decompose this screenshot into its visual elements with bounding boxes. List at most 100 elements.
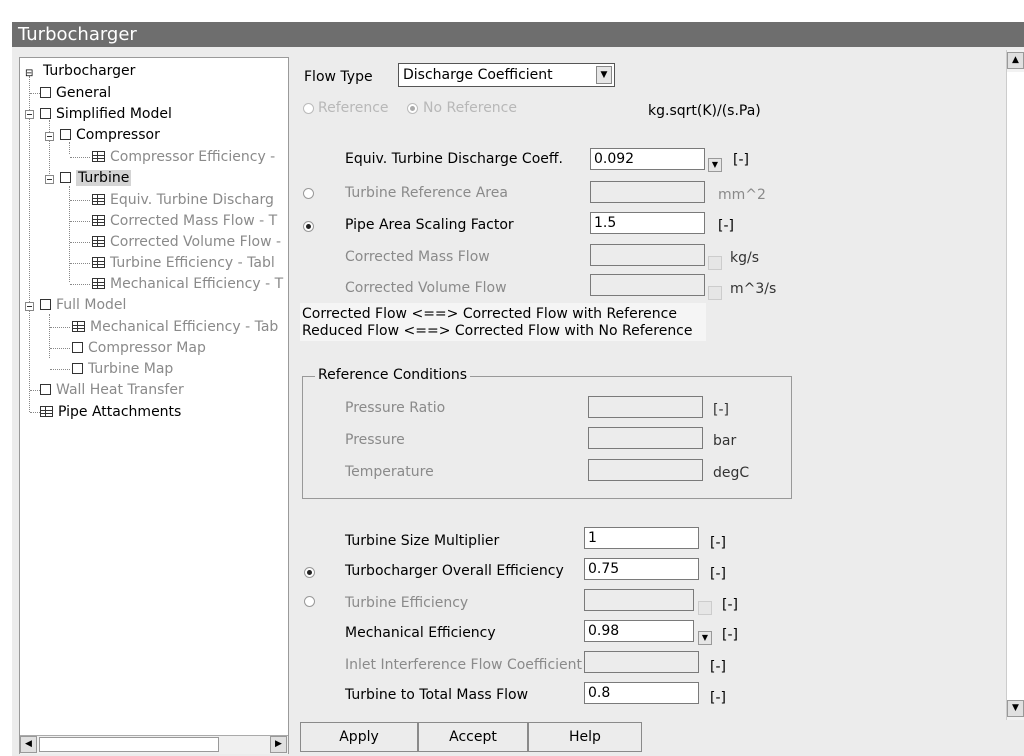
table-icon bbox=[92, 151, 105, 162]
table-icon bbox=[40, 406, 53, 417]
tree-horizontal-scrollbar[interactable]: ◀ ▶ bbox=[20, 735, 288, 754]
chevron-down-icon[interactable] bbox=[698, 601, 712, 615]
tree-item-equiv-turbine-discharge[interactable]: Equiv. Turbine Discharg bbox=[92, 191, 274, 209]
turbine-efficiency-field[interactable] bbox=[584, 589, 694, 611]
pressure-label: Pressure bbox=[345, 432, 405, 448]
form-icon bbox=[40, 108, 51, 119]
tree-connector bbox=[70, 157, 90, 158]
pipe-area-scaling-radio[interactable] bbox=[303, 221, 314, 232]
collapse-toggle[interactable] bbox=[45, 132, 54, 141]
discharge-coeff-unit: [-] bbox=[733, 152, 749, 168]
scroll-down-icon[interactable]: ▼ bbox=[1007, 700, 1024, 717]
inlet-interference-field[interactable] bbox=[584, 651, 699, 673]
tree-connector bbox=[70, 221, 90, 222]
chevron-down-icon[interactable] bbox=[708, 286, 722, 300]
corrected-mass-flow-field[interactable] bbox=[590, 244, 705, 266]
tree-item-turbine-efficiency-table[interactable]: Turbine Efficiency - Tabl bbox=[92, 254, 275, 272]
overall-efficiency-radio[interactable] bbox=[304, 567, 315, 578]
tree-item-mechanical-efficiency[interactable]: Mechanical Efficiency - T bbox=[92, 275, 283, 293]
turbine-reference-area-label: Turbine Reference Area bbox=[345, 185, 508, 201]
scroll-left-icon[interactable]: ◀ bbox=[20, 736, 37, 753]
flow-note-line2: Reduced Flow <==> Corrected Flow with No… bbox=[302, 323, 693, 339]
table-icon bbox=[92, 257, 105, 268]
temperature-label: Temperature bbox=[345, 464, 434, 480]
form-vertical-scrollbar[interactable]: ▲ ▼ bbox=[1006, 50, 1024, 720]
turbine-size-multiplier-field[interactable]: 1 bbox=[584, 527, 699, 549]
tree-connector bbox=[70, 242, 90, 243]
no-reference-radio[interactable] bbox=[407, 103, 418, 114]
tree-item-turbine-map[interactable]: Turbine Map bbox=[72, 360, 173, 378]
corrected-volume-flow-field[interactable] bbox=[590, 274, 705, 296]
collapse-toggle[interactable] bbox=[45, 175, 54, 184]
tree-item-wall-heat-transfer[interactable]: Wall Heat Transfer bbox=[40, 381, 184, 399]
mechanical-efficiency-label: Mechanical Efficiency bbox=[345, 625, 496, 641]
scroll-right-icon[interactable]: ▶ bbox=[270, 736, 287, 753]
chevron-down-icon[interactable]: ▼ bbox=[596, 66, 612, 84]
turbine-total-mass-flow-unit: [-] bbox=[710, 690, 726, 706]
chevron-down-icon[interactable] bbox=[708, 256, 722, 270]
form-icon bbox=[72, 363, 83, 374]
tree-item-pipe-attachments[interactable]: Pipe Attachments bbox=[40, 403, 181, 421]
tree-panel: ⊟ Turbocharger General Simplified Model C… bbox=[19, 57, 289, 754]
tree-connector bbox=[50, 369, 70, 370]
tree-item-compressor-map[interactable]: Compressor Map bbox=[72, 339, 206, 357]
table-icon bbox=[92, 278, 105, 289]
tree-item-corrected-volume-flow[interactable]: Corrected Volume Flow - bbox=[92, 233, 281, 251]
chevron-down-icon[interactable]: ▼ bbox=[708, 158, 722, 172]
turbine-efficiency-radio[interactable] bbox=[304, 596, 315, 607]
tree-item-corrected-mass-flow[interactable]: Corrected Mass Flow - T bbox=[92, 212, 277, 230]
pressure-ratio-field[interactable] bbox=[588, 396, 703, 418]
pipe-area-scaling-field[interactable]: 1.5 bbox=[590, 212, 705, 234]
turbine-efficiency-unit: [-] bbox=[722, 597, 738, 613]
collapse-toggle[interactable] bbox=[25, 302, 34, 311]
overall-efficiency-unit: [-] bbox=[710, 566, 726, 582]
tree-line bbox=[49, 120, 50, 176]
turbine-size-multiplier-label: Turbine Size Multiplier bbox=[345, 533, 500, 549]
no-reference-label: No Reference bbox=[423, 100, 517, 116]
corrected-mass-flow-unit: kg/s bbox=[730, 250, 760, 266]
accept-button[interactable]: Accept bbox=[418, 722, 528, 752]
tree-item-turbine[interactable]: Turbine bbox=[60, 169, 132, 187]
collapse-toggle[interactable] bbox=[25, 110, 34, 119]
table-icon bbox=[92, 194, 105, 205]
mechanical-efficiency-field[interactable]: 0.98 bbox=[584, 620, 694, 642]
form-icon bbox=[40, 299, 51, 310]
pressure-ratio-unit: [-] bbox=[713, 402, 729, 418]
tree-connector bbox=[50, 348, 70, 349]
tree-item-full-model[interactable]: Full Model bbox=[40, 296, 126, 314]
pressure-unit: bar bbox=[713, 433, 737, 449]
tree-item-turbocharger[interactable]: ⊟ Turbocharger bbox=[25, 62, 135, 80]
mechanical-efficiency-unit: [-] bbox=[722, 627, 738, 643]
tree-item-compressor[interactable]: Compressor bbox=[60, 126, 160, 144]
tree-item-general[interactable]: General bbox=[40, 84, 111, 102]
scroll-thumb[interactable] bbox=[39, 737, 219, 752]
tree-item-compressor-efficiency[interactable]: Compressor Efficiency - bbox=[92, 148, 275, 166]
reference-radio[interactable] bbox=[303, 103, 314, 114]
temperature-field[interactable] bbox=[588, 459, 703, 481]
tree-item-full-mechanical-efficiency[interactable]: Mechanical Efficiency - Tab bbox=[72, 318, 278, 336]
flow-type-label: Flow Type bbox=[304, 69, 373, 85]
scroll-thumb[interactable] bbox=[1007, 72, 1024, 700]
help-button[interactable]: Help bbox=[528, 722, 642, 752]
apply-button[interactable]: Apply bbox=[300, 722, 418, 752]
turbine-total-mass-flow-field[interactable]: 0.8 bbox=[584, 682, 699, 704]
units-label: kg.sqrt(K)/(s.Pa) bbox=[648, 103, 761, 119]
turbine-size-multiplier-unit: [-] bbox=[710, 535, 726, 551]
reference-conditions-title: Reference Conditions bbox=[315, 366, 471, 384]
chevron-down-icon[interactable]: ▼ bbox=[698, 631, 712, 645]
discharge-coeff-field[interactable]: 0.092 bbox=[590, 148, 705, 170]
flow-type-select[interactable]: Discharge Coefficient ▼ bbox=[398, 63, 615, 87]
flow-note-line1: Corrected Flow <==> Corrected Flow with … bbox=[302, 306, 677, 322]
tree-item-simplified-model[interactable]: Simplified Model bbox=[40, 105, 172, 123]
overall-efficiency-field[interactable]: 0.75 bbox=[584, 558, 699, 580]
pressure-field[interactable] bbox=[588, 427, 703, 449]
table-icon bbox=[92, 215, 105, 226]
turbine-reference-area-radio[interactable] bbox=[303, 188, 314, 199]
reference-label: Reference bbox=[318, 100, 389, 116]
tree-connector bbox=[70, 284, 90, 285]
turbine-reference-area-unit: mm^2 bbox=[718, 187, 766, 203]
hierarchy-icon: ⊟ bbox=[25, 68, 34, 79]
turbine-reference-area-field[interactable] bbox=[590, 181, 705, 203]
tree-connector bbox=[30, 93, 40, 94]
scroll-up-icon[interactable]: ▲ bbox=[1007, 52, 1024, 69]
